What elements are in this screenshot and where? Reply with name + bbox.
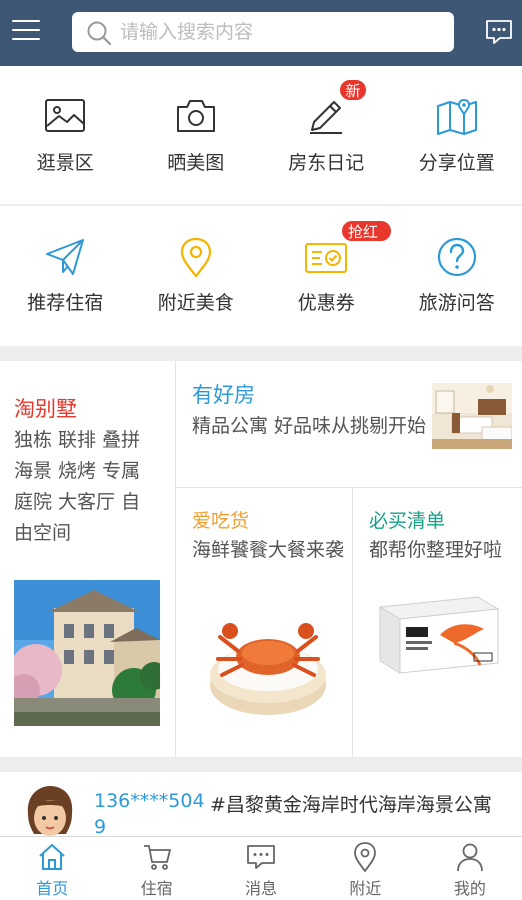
tab-messages[interactable]: 消息 <box>209 837 313 900</box>
review-user-phone-cut: 9 <box>94 816 107 836</box>
tab-label: 住宿 <box>140 879 173 898</box>
review-item[interactable]: 136****504 9 #昌黎黄金海岸时代海岸海景公寓 <box>0 772 522 836</box>
paper-plane-icon <box>46 239 85 275</box>
review-title[interactable]: #昌黎黄金海岸时代海岸海景公寓 <box>210 790 510 820</box>
grid-item-coupon[interactable]: 抢红包 优惠券 <box>261 206 392 346</box>
top-bar <box>0 0 522 66</box>
camera-icon <box>176 100 215 132</box>
review-user-phone[interactable]: 136****504 <box>94 790 205 812</box>
tab-stay[interactable]: 住宿 <box>104 837 208 900</box>
grid-label: 逛景区 <box>36 152 94 174</box>
shrimp-box-photo <box>370 583 502 683</box>
picture-icon <box>45 99 86 132</box>
list-desc: 都帮你整理好啦 <box>369 539 503 561</box>
grid-item-nearby-food[interactable]: 附近美食 <box>131 206 262 346</box>
message-icon[interactable] <box>484 17 514 47</box>
map-icon <box>436 98 477 135</box>
cart-icon <box>143 845 171 870</box>
room-photo <box>432 383 512 449</box>
grid-label: 附近美食 <box>157 292 234 314</box>
grid-label: 分享位置 <box>418 152 495 174</box>
list-title: 必买清单 <box>369 510 446 532</box>
crab-photo <box>204 609 332 721</box>
tab-label: 附近 <box>349 879 382 898</box>
feature-row-1: 逛景区 晒美图 新 房东日记 分享位置 <box>0 66 522 204</box>
divider <box>352 488 353 757</box>
tab-label: 我的 <box>453 879 486 898</box>
grid-item-recommend-stay[interactable]: 推荐住宿 <box>0 206 131 346</box>
grid-item-share-location[interactable]: 分享位置 <box>392 66 522 204</box>
grid-item-qa[interactable]: 旅游问答 <box>392 206 522 346</box>
user-icon <box>456 843 483 872</box>
pen-icon <box>310 101 343 134</box>
grid-label: 晒美图 <box>167 152 225 174</box>
home-icon <box>39 844 65 870</box>
feature-row-2: 推荐住宿 附近美食 抢红包 优惠券 旅游问答 <box>0 206 522 346</box>
search-input[interactable] <box>120 16 440 48</box>
red-packet-badge: 抢红包 <box>341 220 392 263</box>
villa-photo <box>14 580 160 726</box>
grid-item-diary[interactable]: 新 房东日记 <box>261 66 392 204</box>
food-desc: 海鲜饕餮大餐来袭 <box>192 539 345 561</box>
divider <box>176 487 522 488</box>
location-pin-icon <box>354 842 377 873</box>
villa-title: 淘别墅 <box>14 397 77 421</box>
avatar <box>27 786 73 836</box>
location-pin-icon <box>180 237 211 278</box>
menu-icon[interactable] <box>12 20 40 42</box>
bottom-tab-bar: 首页 住宿 消息 附近 我的 <box>0 836 522 900</box>
tab-mine[interactable]: 我的 <box>418 837 522 900</box>
promo-section: 淘别墅 独栋 联排 叠拼 海景 烧烤 专属庭院 大客厅 自由空间 有好房 精品公… <box>0 361 522 757</box>
tab-nearby[interactable]: 附近 <box>313 837 417 900</box>
grid-label: 推荐住宿 <box>27 292 104 314</box>
tab-home[interactable]: 首页 <box>0 837 104 900</box>
tab-label: 消息 <box>245 879 278 898</box>
grid-item-scenic[interactable]: 逛景区 <box>0 66 131 204</box>
message-icon <box>247 845 275 869</box>
house-desc: 精品公寓 好品味从挑剔开始 <box>192 415 427 437</box>
search-icon <box>87 21 112 46</box>
grid-item-photos[interactable]: 晒美图 <box>131 66 262 204</box>
search-box[interactable] <box>72 12 454 52</box>
new-badge: 新 <box>339 79 367 101</box>
grid-label: 房东日记 <box>288 152 365 174</box>
food-title: 爱吃货 <box>192 510 250 532</box>
grid-label: 优惠券 <box>297 292 355 314</box>
divider <box>175 361 176 757</box>
tab-label: 首页 <box>36 879 69 898</box>
coupon-icon <box>305 243 348 273</box>
house-title: 有好房 <box>192 383 255 407</box>
villa-desc: 独栋 联排 叠拼 海景 烧烤 专属庭院 大客厅 自由空间 <box>14 429 141 544</box>
question-icon <box>437 237 476 277</box>
grid-label: 旅游问答 <box>418 292 495 314</box>
